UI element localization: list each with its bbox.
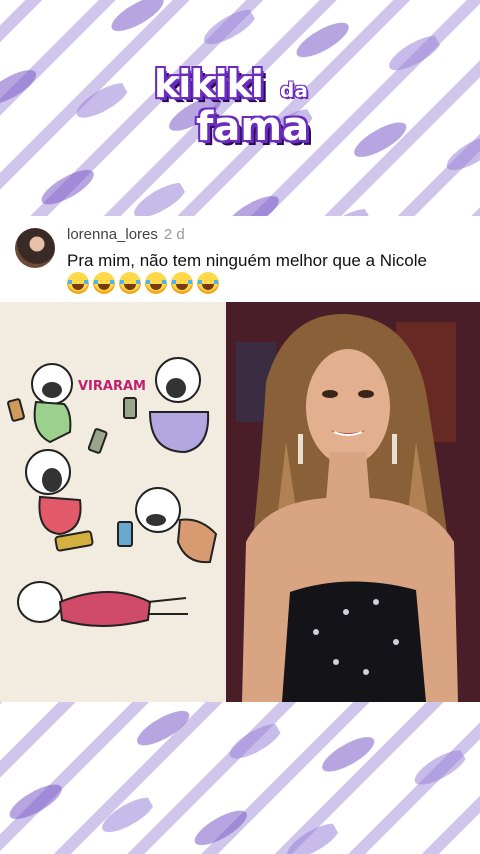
background-pattern-bottom (0, 702, 480, 854)
laughing-tears-emoji-icon (145, 272, 167, 294)
comment: lorenna_lores 2 d Pra mim, não tem ningué… (0, 216, 480, 300)
username[interactable]: lorenna_lores (67, 226, 158, 243)
post-card: lorenna_lores 2 d Pra mim, não tem ningué… (0, 216, 480, 702)
comment-header: lorenna_lores 2 d (67, 226, 185, 243)
logo-text-fama: fama (196, 104, 310, 150)
comment-text: Pra mim, não tem ninguém melhor que a Ni… (67, 251, 427, 270)
portrait-photo (226, 302, 480, 702)
comment-time: 2 d (163, 226, 185, 243)
logo-text-kikiki: kikiki (154, 62, 264, 106)
cartoon-caption: VIRARAM (78, 379, 146, 394)
woman-portrait-illustration (226, 302, 480, 702)
logo-text-da: da (280, 78, 308, 102)
laughing-tears-emoji-icon (197, 272, 219, 294)
emoji-row (67, 272, 223, 294)
cartoon-image: VIRARAM (0, 302, 226, 702)
post-images: VIRARAM (0, 302, 480, 702)
avatar[interactable] (15, 228, 55, 268)
laughing-cartoon-illustration (7, 357, 218, 627)
kikiki-da-fama-logo: kikiki da fama (140, 62, 340, 162)
laughing-tears-emoji-icon (67, 272, 89, 294)
laughing-tears-emoji-icon (171, 272, 193, 294)
laughing-tears-emoji-icon (93, 272, 115, 294)
laughing-tears-emoji-icon (119, 272, 141, 294)
